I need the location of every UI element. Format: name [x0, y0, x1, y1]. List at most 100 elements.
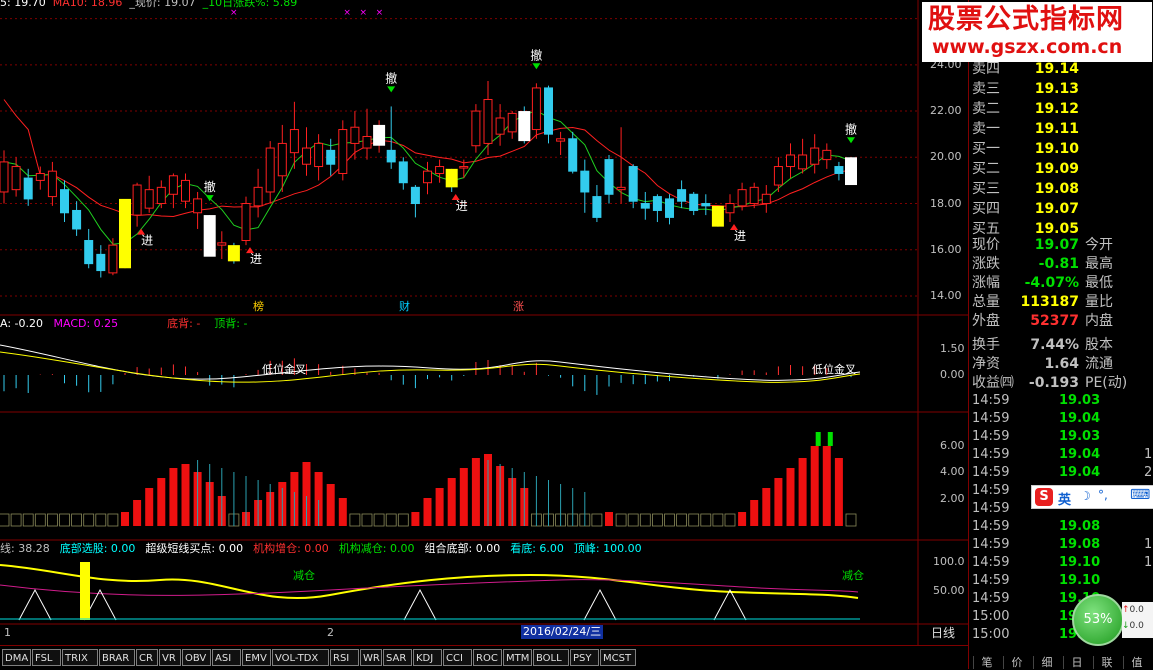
indicator-tab[interactable]: ROC	[473, 649, 502, 666]
indicator-tab[interactable]: BOLL	[533, 649, 569, 666]
indicator-tab[interactable]: DMA	[2, 649, 31, 666]
tick-price: 19.03	[1059, 393, 1101, 408]
order-price: 19.07	[1034, 201, 1079, 217]
tick-time: 14:59	[972, 537, 1010, 552]
p4-axis-1: 100.0	[933, 555, 965, 568]
candle-body	[84, 240, 94, 265]
p3-empty-bar	[385, 513, 397, 527]
legend-item: 机构减仓: 0.00	[338, 542, 415, 555]
indicator-tab[interactable]: SAR	[383, 649, 412, 666]
p3-empty-bar	[676, 513, 687, 527]
period-label[interactable]: 日线	[931, 626, 955, 640]
label-bang: 榜	[253, 300, 264, 313]
macd-axis-2: 0.00	[940, 368, 965, 381]
panel-tab[interactable]: 值	[1123, 656, 1150, 669]
dea-value: A: -0.20	[0, 317, 43, 330]
indicator-tab[interactable]: OBV	[182, 649, 211, 666]
indicator-tab[interactable]: VOL-TDX	[272, 649, 329, 666]
order-label: 卖三	[972, 81, 1000, 97]
legend-item: 线: 38.28	[0, 542, 50, 555]
stat-label: 外盘	[972, 313, 1000, 329]
stat-value: 52377	[1030, 313, 1079, 329]
order-price: 19.11	[1034, 121, 1079, 137]
tick-price: 19.10	[1059, 573, 1101, 588]
p3-empty-bar	[34, 513, 46, 527]
candle-body	[773, 166, 783, 186]
punct-icon[interactable]: °,	[1098, 488, 1108, 502]
tick-time: 14:59	[972, 483, 1010, 498]
indicator-tab[interactable]: BRAR	[99, 649, 135, 666]
indicator-tab[interactable]: MTM	[503, 649, 532, 666]
indicator-tab[interactable]: KDJ	[413, 649, 442, 666]
p3-bar	[435, 488, 444, 526]
stat-value: 7.44%	[1030, 337, 1079, 353]
candle-body	[568, 138, 578, 172]
ma5-label: 5: 19.70	[0, 0, 46, 9]
p3-bar	[774, 478, 783, 526]
cursor-date: 2016/02/24/三	[521, 625, 604, 639]
indicator-tab[interactable]: CR	[136, 649, 158, 666]
keyboard-icon[interactable]: ⌨	[1130, 487, 1150, 503]
p4-triangle	[713, 588, 747, 621]
p3-bar	[338, 498, 347, 526]
candle-body	[314, 142, 324, 168]
p3-empty-bar	[95, 513, 107, 527]
candle-body	[423, 170, 432, 184]
indicator-tab[interactable]: EMV	[242, 649, 271, 666]
panel-tab[interactable]: 日	[1063, 656, 1090, 669]
p3-bar	[822, 446, 831, 526]
stat-label: 收益㈣	[972, 375, 1014, 391]
candle-body	[338, 129, 348, 174]
order-row: 买四 19.07	[969, 200, 1153, 219]
panel-tab[interactable]: 细	[1033, 656, 1060, 669]
order-price: 19.09	[1034, 161, 1079, 177]
speed-gauge[interactable]: 53%	[1072, 594, 1124, 646]
indicator-tab[interactable]: MCST	[600, 649, 636, 666]
indicator-tab[interactable]: RSI	[330, 649, 359, 666]
p3-empty-bar	[397, 513, 409, 527]
stat-label: 现价	[972, 237, 1000, 253]
candle-body	[507, 112, 517, 133]
p4-magenta-line	[0, 579, 859, 596]
order-row: 卖二 19.12	[969, 100, 1153, 119]
p3-bar	[133, 500, 142, 526]
order-row: 卖四 19.14	[969, 60, 1153, 79]
p4-triangle	[18, 588, 52, 621]
p3-empty-bar	[22, 513, 34, 527]
stat-value: 113187	[1020, 294, 1079, 310]
stat-value: -0.81	[1038, 256, 1079, 272]
candle-body	[701, 203, 711, 207]
stat-row: 总量 113187 量比	[969, 293, 1153, 312]
quote-panel: 卖四 19.14 卖三 19.13 卖二 19.12 卖一 19.11 买一 19.10 买二 19.…	[968, 0, 1153, 669]
watermark-url: www.gszx.com.cn	[932, 36, 1123, 58]
p4-axis-2: 50.00	[933, 584, 965, 597]
indicator-tab[interactable]: PSY	[570, 649, 599, 666]
indicator-tab[interactable]: ASI	[212, 649, 241, 666]
ime-toolbar[interactable]: S 英 ☽ °, ⌨	[1031, 485, 1153, 509]
p3-bar	[810, 446, 819, 526]
watermark-title: 股票公式指标网	[928, 4, 1124, 35]
indicator-tab[interactable]: CCI	[443, 649, 472, 666]
ime-lang[interactable]: 英	[1058, 489, 1071, 508]
dif-line	[0, 344, 861, 381]
tick-vol: 1	[1144, 447, 1153, 462]
p3-empty-bar	[10, 513, 22, 527]
order-price: 19.08	[1034, 181, 1079, 197]
panel-tab[interactable]: 联	[1093, 656, 1120, 669]
p4-triangle	[583, 588, 617, 621]
indicator-tab[interactable]: VR	[159, 649, 181, 666]
p3-empty-bar	[688, 513, 700, 527]
panel-tab[interactable]: 笔	[973, 656, 1000, 669]
indicator-tab[interactable]: TRIX	[62, 649, 98, 666]
tick-price: 19.10	[1059, 555, 1101, 570]
order-row: 卖三 19.13	[969, 80, 1153, 99]
tick-price: 19.08	[1059, 537, 1101, 552]
p3-bar	[750, 500, 759, 526]
moon-icon[interactable]: ☽	[1080, 489, 1091, 503]
candle-body	[326, 149, 336, 165]
indicator-tab[interactable]: FSL	[32, 649, 61, 666]
indicator-tab[interactable]: WR	[360, 649, 382, 666]
site-watermark: 股票公式指标网 www.gszx.com.cn	[922, 2, 1152, 62]
panel-tab[interactable]: 价	[1003, 656, 1030, 669]
signal-bar	[445, 168, 458, 188]
